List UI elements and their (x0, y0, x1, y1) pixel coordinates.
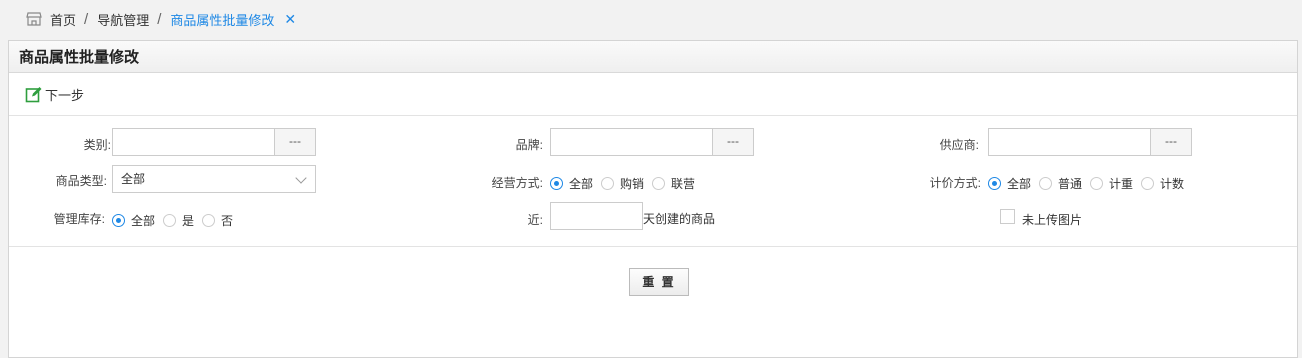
home-store-icon[interactable] (26, 11, 42, 27)
close-tab-icon[interactable]: ✕ (284, 11, 296, 28)
chevron-down-icon (295, 172, 307, 184)
category-label: 类别: (83, 138, 111, 152)
brand-picker-button[interactable]: --- (712, 128, 754, 156)
batch-edit-panel: 商品属性批量修改 下一步 类别: --- 品牌: --- 供应商: --- 商品… (8, 40, 1298, 358)
radio-button[interactable] (988, 177, 1001, 190)
radio-button[interactable] (1141, 177, 1155, 190)
radio-button[interactable] (601, 177, 615, 190)
manage-stock-option[interactable]: 是 (163, 212, 194, 229)
panel-title: 商品属性批量修改 (9, 41, 1297, 73)
no-image-checkbox[interactable] (1000, 209, 1015, 224)
operation-mode-label: 经营方式: (491, 176, 543, 190)
radio-button[interactable] (202, 214, 216, 227)
brand-label: 品牌: (515, 138, 543, 152)
operation-mode-option[interactable]: 联营 (652, 175, 695, 192)
supplier-input[interactable] (988, 128, 1151, 156)
breadcrumb-separator: / (84, 10, 89, 28)
category-input[interactable] (112, 128, 275, 156)
pricing-mode-option[interactable]: 全部 (988, 175, 1031, 192)
category-picker-button[interactable]: --- (274, 128, 316, 156)
next-step-button[interactable]: 下一步 (25, 85, 84, 104)
toolbar: 下一步 (9, 73, 1297, 116)
pricing-mode-option[interactable]: 计数 (1141, 175, 1184, 192)
supplier-picker-button[interactable]: --- (1150, 128, 1192, 156)
radio-button[interactable] (550, 177, 563, 190)
pricing-mode-option[interactable]: 计重 (1090, 175, 1133, 192)
breadcrumb-separator: / (157, 10, 162, 28)
breadcrumb: 首页 / 导航管理 / 商品属性批量修改 ✕ (0, 0, 1302, 38)
recent-days-input[interactable] (550, 202, 643, 230)
radio-button[interactable] (652, 177, 666, 190)
next-step-label: 下一步 (45, 87, 85, 103)
breadcrumb-nav-management[interactable]: 导航管理 (97, 10, 149, 29)
radio-button[interactable] (1039, 177, 1053, 190)
pricing-mode-group: 全部 普通 计重 计数 (988, 175, 1192, 192)
pricing-mode-option[interactable]: 普通 (1039, 175, 1082, 192)
product-type-select[interactable]: 全部 (112, 165, 316, 193)
operation-mode-option[interactable]: 购销 (601, 175, 644, 192)
breadcrumb-current[interactable]: 商品属性批量修改 (170, 10, 274, 29)
edit-icon (25, 86, 42, 102)
brand-input[interactable] (550, 128, 713, 156)
recent-days-label: 近: (527, 213, 543, 227)
manage-stock-label: 管理库存: (53, 212, 105, 226)
radio-button[interactable] (1090, 177, 1104, 190)
manage-stock-option[interactable]: 全部 (112, 212, 155, 229)
breadcrumb-home[interactable]: 首页 (50, 10, 76, 29)
radio-button[interactable] (163, 214, 177, 227)
operation-mode-group: 全部 购销 联营 (550, 175, 703, 192)
no-image-label: 未上传图片 (1022, 213, 1083, 227)
manage-stock-group: 全部 是 否 (112, 212, 241, 229)
supplier-label: 供应商: (939, 138, 979, 152)
reset-button[interactable]: 重 置 (629, 268, 689, 296)
filter-form: 类别: --- 品牌: --- 供应商: --- 商品类型: 全部 经营方式: … (9, 116, 1297, 247)
product-type-value: 全部 (121, 172, 146, 186)
pricing-mode-label: 计价方式: (929, 176, 981, 190)
operation-mode-option[interactable]: 全部 (550, 175, 593, 192)
product-type-label: 商品类型: (55, 174, 107, 188)
manage-stock-option[interactable]: 否 (202, 212, 233, 229)
radio-button[interactable] (112, 214, 125, 227)
recent-days-suffix: 天创建的商品 (643, 212, 716, 226)
